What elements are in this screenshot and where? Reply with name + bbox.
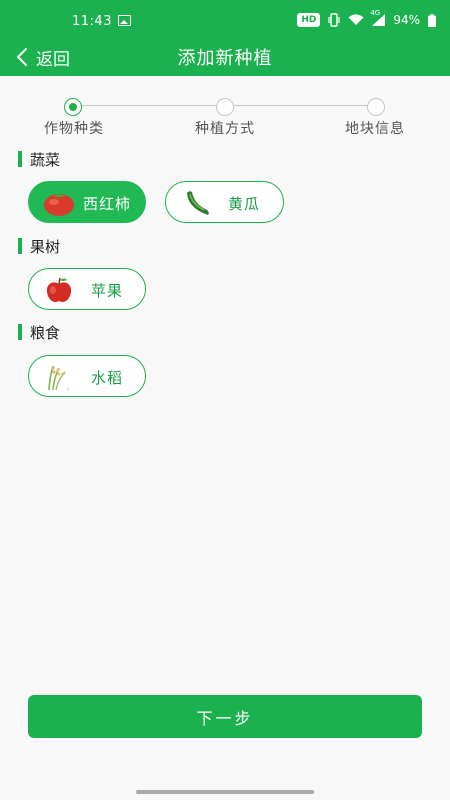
next-step-button[interactable]: 下一步 xyxy=(28,695,422,738)
app-bar: 返回 添加新种植 xyxy=(0,40,450,76)
step-label-plot-info: 地块信息 xyxy=(345,121,405,137)
step-dot-crop-type xyxy=(64,98,82,116)
crop-chip-label: 黄瓜 xyxy=(228,195,261,213)
crop-chip-cucumber[interactable]: 黄瓜 xyxy=(165,181,284,223)
hd-badge: HD xyxy=(297,13,321,27)
crop-chip-label: 水稻 xyxy=(91,369,124,387)
section-title-label: 粮食 xyxy=(30,323,61,342)
crop-chip-tomato[interactable]: 西红柿 xyxy=(28,181,146,223)
vibrate-icon xyxy=(328,13,340,27)
crop-chip-apple[interactable]: 苹果 xyxy=(28,268,146,310)
header: 11:43 HD 4G 94% 返回 添加新种植 xyxy=(0,0,450,76)
section-marker xyxy=(18,151,22,167)
stepper: 作物种类 种植方式 地块信息 xyxy=(0,96,450,140)
crop-chip-label: 苹果 xyxy=(91,282,124,300)
home-indicator[interactable] xyxy=(136,790,314,794)
section-title-label: 蔬菜 xyxy=(30,150,61,169)
status-bar: 11:43 HD 4G 94% xyxy=(0,0,450,40)
section-title-label: 果树 xyxy=(30,237,61,256)
step-connector xyxy=(234,105,367,106)
battery-icon xyxy=(428,13,436,27)
image-icon xyxy=(118,15,131,26)
crop-chip-label: 西红柿 xyxy=(83,195,132,213)
step-label-crop-type: 作物种类 xyxy=(44,121,104,137)
network-type: 4G xyxy=(370,9,381,17)
tomato-icon xyxy=(44,194,74,216)
section-marker xyxy=(18,324,22,340)
rice-icon xyxy=(48,365,70,391)
crop-chip-rice[interactable]: 水稻 xyxy=(28,355,146,397)
wifi-icon xyxy=(348,14,364,25)
step-dot-plot-info xyxy=(367,98,385,116)
apple-icon xyxy=(46,277,72,302)
section-title-grains: 粮食 xyxy=(18,322,60,342)
status-time: 11:43 xyxy=(72,14,112,29)
signal-icon: 4G xyxy=(370,9,386,26)
section-marker xyxy=(18,238,22,254)
battery-level: 94% xyxy=(393,13,420,27)
section-title-fruit-trees: 果树 xyxy=(18,236,60,256)
step-connector xyxy=(82,105,216,106)
cucumber-icon xyxy=(187,191,209,215)
section-title-vegetables: 蔬菜 xyxy=(18,149,60,169)
page-title: 添加新种植 xyxy=(177,48,273,69)
status-indicators: HD 4G 94% xyxy=(297,9,436,27)
step-dot-planting-method xyxy=(216,98,234,116)
step-label-planting-method: 种植方式 xyxy=(195,121,255,137)
